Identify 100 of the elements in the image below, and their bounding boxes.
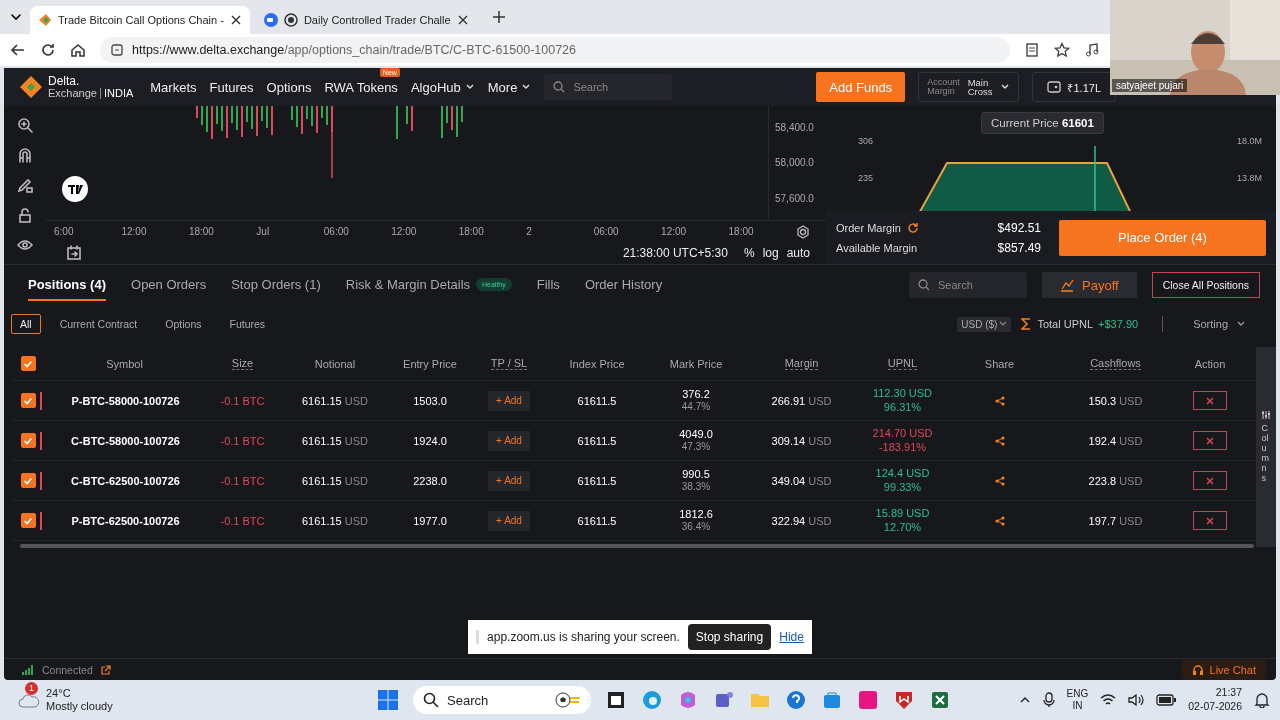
close-icon[interactable] [229, 14, 242, 26]
terminal-icon[interactable] [605, 689, 627, 711]
live-chat-button[interactable]: Live Chat [1181, 659, 1266, 680]
reload-icon[interactable] [40, 42, 56, 58]
chevron-icon [999, 320, 1008, 328]
chart-option[interactable]: auto [786, 246, 810, 260]
close-position-button[interactable] [1193, 391, 1227, 410]
tradingview-logo-icon[interactable] [62, 176, 88, 202]
share-icon[interactable] [994, 475, 1005, 486]
balance-button[interactable]: ₹1.17L [1032, 72, 1116, 102]
media-icon[interactable] [1084, 42, 1100, 58]
checkbox[interactable] [20, 393, 36, 408]
battery-icon[interactable] [1156, 694, 1177, 706]
delta-logo-icon[interactable] [18, 74, 44, 100]
store-icon[interactable] [821, 689, 843, 711]
eye-icon[interactable] [17, 237, 33, 253]
checkbox[interactable] [20, 356, 36, 371]
signal-icon [22, 664, 34, 675]
back-icon[interactable] [10, 42, 26, 58]
calendar-goto-icon[interactable] [66, 245, 82, 261]
sliders-icon [1261, 410, 1271, 421]
symbol-cell[interactable]: P-BTC-62500-100726 [71, 514, 180, 527]
filter-chip[interactable]: All [11, 314, 41, 334]
table-cell: 1977.0 [413, 514, 447, 527]
tab[interactable]: Positions (4) [28, 269, 106, 301]
add-tp-sl-button[interactable]: + Add [488, 390, 530, 411]
browser-tab[interactable]: Trade Bitcoin Call Options Chain - [30, 6, 250, 34]
filter-chip[interactable]: Futures [220, 314, 275, 334]
home-icon[interactable] [70, 42, 86, 58]
search-field[interactable]: Search [544, 74, 673, 100]
browser-tab[interactable]: Daily Controlled Trader Challe [255, 6, 477, 34]
address-bar[interactable]: https://www.delta.exchange/app/options_chain/trade/BTC/C-BTC-61500-100726 [100, 37, 1010, 63]
chart-option[interactable]: % [743, 246, 755, 260]
checkbox[interactable] [20, 513, 36, 528]
notification-bell-icon[interactable] [1254, 692, 1270, 708]
share-icon[interactable] [994, 395, 1005, 406]
close-position-button[interactable] [1193, 471, 1227, 490]
magnet-icon[interactable] [17, 147, 33, 163]
nav-item[interactable]: AlgoHub [410, 79, 475, 95]
filter-chip[interactable]: Options [156, 314, 211, 334]
close-position-button[interactable] [1193, 511, 1227, 530]
close-position-button[interactable] [1193, 431, 1227, 450]
pencil-lock-icon[interactable] [17, 177, 33, 193]
add-tp-sl-button[interactable]: + Add [488, 430, 530, 451]
microphone-icon[interactable] [1042, 692, 1055, 708]
checkbox[interactable] [20, 473, 36, 488]
wifi-icon[interactable] [1100, 693, 1117, 707]
nav-item[interactable]: Options [266, 79, 312, 95]
volume-icon[interactable] [1128, 693, 1145, 707]
margin-label: Available Margin [836, 241, 918, 254]
column-header[interactable]: Cashflows [1090, 357, 1141, 370]
tab[interactable]: Stop Orders (1) [231, 269, 321, 301]
columns-tab[interactable]: Columns [1256, 347, 1276, 547]
nav-item[interactable]: Futures [209, 79, 254, 95]
payoff-button[interactable]: Payoff [1042, 272, 1137, 298]
tab[interactable]: Fills [536, 269, 560, 301]
tv-app-icon[interactable] [857, 689, 879, 711]
close-icon[interactable] [456, 14, 469, 26]
currency-selector[interactable]: USD ($) [957, 316, 1012, 332]
search-field[interactable]: Search [909, 272, 1027, 298]
favorite-icon[interactable] [1054, 42, 1070, 58]
sorting-dropdown[interactable]: Sorting [1187, 317, 1252, 331]
search-icon [423, 692, 439, 708]
scrollbar[interactable] [20, 544, 1254, 548]
help-icon[interactable] [785, 689, 807, 711]
edge-browser-icon[interactable] [641, 689, 663, 711]
settings-icon[interactable] [796, 224, 810, 239]
symbol-cell[interactable]: C-BTC-58000-100726 [71, 434, 180, 447]
stop-sharing-button[interactable]: Stop sharing [687, 624, 772, 650]
unlock-icon[interactable] [17, 207, 33, 223]
close-all-button[interactable]: Close All Positions [1151, 272, 1260, 298]
zoom-in-icon[interactable] [17, 117, 33, 133]
symbol-cell[interactable]: C-BTC-62500-100726 [71, 474, 180, 487]
clock[interactable]: 21:37 02-07-2026 [1188, 686, 1242, 714]
table-cell: 61611.5 [577, 474, 617, 487]
account-selector[interactable]: Account Margin Main Cross [918, 72, 1020, 102]
windows-start-icon[interactable] [377, 689, 399, 711]
nav-item[interactable]: Markets [150, 79, 197, 95]
reader-icon[interactable] [1024, 42, 1040, 58]
add-tp-sl-button[interactable]: + Add [488, 470, 530, 491]
checkbox[interactable] [20, 433, 36, 448]
new-tab-icon[interactable] [490, 9, 507, 25]
chart-option[interactable]: log [762, 246, 779, 260]
tab[interactable]: Order History [584, 269, 663, 301]
column-header: TP / SL [490, 357, 528, 370]
nav-item[interactable]: More [487, 79, 532, 95]
refresh-icon[interactable] [906, 221, 919, 234]
tab[interactable]: Open Orders [131, 269, 207, 301]
filter-chip[interactable]: Current Contract [50, 314, 147, 334]
hide-link[interactable]: Hide [779, 630, 804, 644]
language-indicator[interactable]: ENG IN [1066, 688, 1089, 712]
share-icon[interactable] [994, 515, 1005, 526]
shield-icon[interactable] [893, 689, 915, 711]
spreadsheet-icon[interactable] [929, 689, 951, 711]
taskbar-search[interactable]: Search [413, 686, 591, 714]
share-icon[interactable] [994, 435, 1005, 446]
add-tp-sl-button[interactable]: + Add [488, 510, 530, 531]
external-link-icon[interactable] [100, 664, 111, 675]
symbol-cell[interactable]: P-BTC-58000-100726 [71, 394, 180, 407]
time-label: 12:00 [391, 226, 418, 237]
